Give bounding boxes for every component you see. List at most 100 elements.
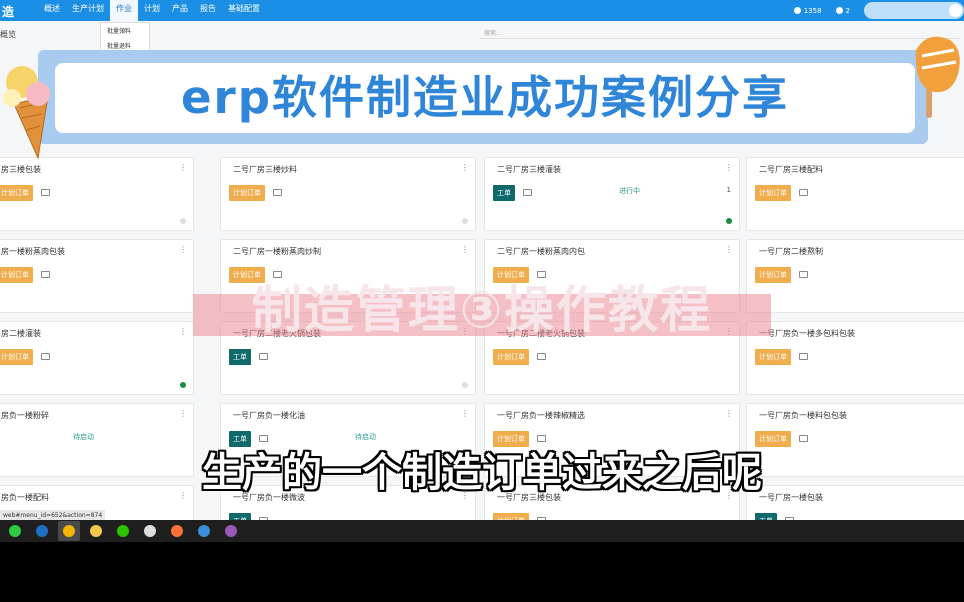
search-input[interactable]: 搜索... <box>480 25 960 39</box>
monitor-icon[interactable] <box>537 353 546 360</box>
file-explorer-icon-glyph <box>90 525 102 537</box>
monitor-icon[interactable] <box>41 271 50 278</box>
browser-icon-glyph <box>198 525 210 537</box>
nav-overview[interactable]: 概述 <box>38 0 66 21</box>
ice-pop-right-icon <box>915 36 960 118</box>
wechat-icon[interactable] <box>112 521 134 541</box>
card-title: 房二楼灌装 <box>1 329 41 338</box>
plan-order-button[interactable]: 计划订单 <box>493 513 529 520</box>
more-options-icon[interactable]: ⋮ <box>725 409 733 418</box>
work-order-button[interactable]: 工单 <box>229 513 251 520</box>
video-caption: 生产的一个制造订单过来之后呢 <box>202 450 762 496</box>
status-dot <box>462 218 468 224</box>
plan-order-button[interactable]: 计划订单 <box>755 349 791 365</box>
card-title: 一号厂房负一楼辣椒精选 <box>497 411 585 420</box>
messages-badge[interactable]: 2 <box>835 7 850 15</box>
nav-production-plan[interactable]: 生产计划 <box>66 0 110 21</box>
plan-order-button[interactable]: 计划订单 <box>0 185 33 201</box>
status-dot <box>180 218 186 224</box>
nav-planning[interactable]: 计划 <box>138 0 166 21</box>
breadcrumb: 概览 <box>0 30 16 39</box>
main-nav: 概述 生产计划 作业 计划 产品 报告 基础配置 <box>38 0 266 21</box>
top-navbar: 造 概述 生产计划 作业 计划 产品 报告 基础配置 1358 2 <box>0 0 964 21</box>
plan-order-button[interactable]: 计划订单 <box>229 185 265 201</box>
settings-icon[interactable] <box>139 521 161 541</box>
card-title: 一号厂房二楼熬制 <box>759 247 823 256</box>
more-options-icon[interactable]: ⋮ <box>179 163 187 172</box>
app-logo[interactable]: 造 <box>2 3 14 20</box>
monitor-icon[interactable] <box>799 271 808 278</box>
card-title: 二号厂房三楼炒料 <box>233 165 297 174</box>
more-options-icon[interactable]: ⋮ <box>725 163 733 172</box>
nav-reports[interactable]: 报告 <box>194 0 222 21</box>
activity-badge[interactable]: 1358 <box>793 7 822 15</box>
file-explorer-icon[interactable] <box>85 521 107 541</box>
card-title: 二号厂房三楼灌装 <box>497 165 561 174</box>
nav-products[interactable]: 产品 <box>166 0 194 21</box>
workcenter-card[interactable]: 房一楼粉蒸肉包装 ⋮ 计划订单 <box>0 239 194 313</box>
plan-order-button[interactable]: 计划订单 <box>0 267 33 283</box>
card-status: 进行中 <box>619 187 640 195</box>
firefox-icon[interactable] <box>166 521 188 541</box>
more-options-icon[interactable]: ⋮ <box>461 163 469 172</box>
monitor-icon[interactable] <box>41 353 50 360</box>
monitor-icon[interactable] <box>273 189 282 196</box>
workcenter-card[interactable]: 二号厂房三楼配料⋮计划订单 <box>746 157 964 231</box>
monitor-icon[interactable] <box>259 353 268 360</box>
banner-title: erp软件制造业成功案例分享 <box>181 71 789 124</box>
work-order-button[interactable]: 工单 <box>493 185 515 201</box>
browser-icon[interactable] <box>193 521 215 541</box>
chrome-icon-glyph <box>63 525 75 537</box>
work-order-button[interactable]: 工单 <box>755 513 777 520</box>
monitor-icon[interactable] <box>523 189 532 196</box>
start-icon-glyph <box>9 525 21 537</box>
more-options-icon[interactable]: ⋮ <box>179 245 187 254</box>
purple-app-icon-glyph <box>225 525 237 537</box>
card-status: 待启动 <box>73 433 94 441</box>
workcenter-card[interactable]: 房三楼包装 ⋮ 计划订单 <box>0 157 194 231</box>
plan-order-button[interactable]: 计划订单 <box>0 349 33 365</box>
more-options-icon[interactable]: ⋮ <box>179 409 187 418</box>
avatar <box>949 4 962 17</box>
start-icon[interactable] <box>4 521 26 541</box>
chrome-icon[interactable] <box>58 521 80 541</box>
card-title: 一号厂房负一楼化油 <box>233 411 305 420</box>
nav-configuration[interactable]: 基础配置 <box>222 0 266 21</box>
card-title: 一号厂房负一楼料包包装 <box>759 411 847 420</box>
workcenter-card[interactable]: 一号厂房负一楼多包料包装⋮计划订单 <box>746 321 964 395</box>
edge-dev-icon-glyph <box>36 525 48 537</box>
workcenter-card[interactable]: 二号厂房三楼灌装 ⋮ 工单 进行中 1 <box>484 157 740 231</box>
workcenter-card[interactable]: 房二楼灌装 ⋮ 计划订单 <box>0 321 194 395</box>
card-title: 房负一楼配料 <box>1 493 49 502</box>
chat-icon <box>835 7 843 14</box>
monitor-icon[interactable] <box>41 189 50 196</box>
status-dot <box>726 218 732 224</box>
wechat-icon-glyph <box>117 525 129 537</box>
ice-cream-left-icon <box>3 66 50 160</box>
purple-app-icon[interactable] <box>220 521 242 541</box>
card-title: 房一楼粉蒸肉包装 <box>1 247 65 256</box>
more-options-icon[interactable]: ⋮ <box>461 409 469 418</box>
card-title: 二号厂房一楼粉蒸肉炒制 <box>233 247 321 256</box>
firefox-icon-glyph <box>171 525 183 537</box>
more-options-icon[interactable]: ⋮ <box>461 245 469 254</box>
card-title: 房负一楼粉碎 <box>1 411 49 420</box>
work-order-button[interactable]: 工单 <box>229 349 251 365</box>
more-options-icon[interactable]: ⋮ <box>725 245 733 254</box>
more-options-icon[interactable]: ⋮ <box>179 327 187 336</box>
user-menu[interactable] <box>864 2 964 19</box>
card-title: 房三楼包装 <box>1 165 41 174</box>
workcenter-card[interactable]: 一号厂房二楼熬制⋮计划订单 <box>746 239 964 313</box>
workcenter-card[interactable]: 二号厂房三楼炒料 ⋮ 计划订单 <box>220 157 476 231</box>
settings-icon-glyph <box>144 525 156 537</box>
nav-operations[interactable]: 作业 <box>110 0 138 21</box>
edge-dev-icon[interactable] <box>31 521 53 541</box>
plan-order-button[interactable]: 计划订单 <box>493 349 529 365</box>
menu-item-batch-issue[interactable]: 批量領料 <box>101 23 149 38</box>
plan-order-button[interactable]: 计划订单 <box>755 185 791 201</box>
card-count: 1 <box>726 186 731 194</box>
subtitle-text: 制造管理③操作教程 <box>251 281 713 339</box>
monitor-icon[interactable] <box>799 353 808 360</box>
taskbar <box>0 520 964 542</box>
monitor-icon[interactable] <box>799 189 808 196</box>
